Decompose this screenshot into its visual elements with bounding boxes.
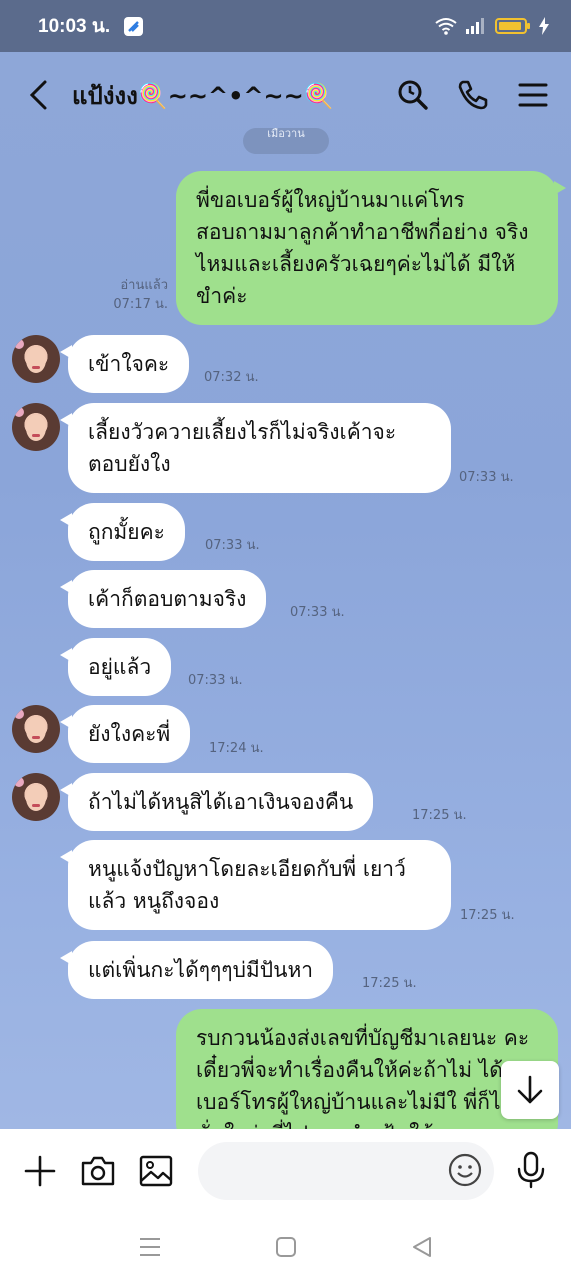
avatar[interactable] xyxy=(12,403,60,451)
charging-icon xyxy=(539,17,549,35)
wifi-icon xyxy=(435,18,457,35)
menu-lines-icon xyxy=(139,1237,160,1256)
avatar[interactable] xyxy=(12,773,60,821)
arrow-down-icon xyxy=(517,1075,543,1104)
recent-apps-button[interactable] xyxy=(135,1232,165,1262)
message-input-bar xyxy=(0,1129,571,1213)
signal-icon xyxy=(466,18,484,34)
search-icon xyxy=(398,80,428,110)
microphone-icon xyxy=(517,1151,545,1189)
voice-button[interactable] xyxy=(514,1151,548,1189)
read-receipt: อ่านแล้ว 07:17 น. xyxy=(96,276,168,314)
battery-icon xyxy=(495,18,530,34)
triangle-back-icon xyxy=(412,1236,431,1257)
home-button[interactable] xyxy=(271,1232,301,1262)
status-bar: 10:03 น. xyxy=(0,0,571,52)
message-bubble-outgoing[interactable]: พี่ขอเบอร์ผู้ใหญ่บ้านมาแค่โทร สอบถามมาลู… xyxy=(176,171,566,325)
back-nav-button[interactable] xyxy=(407,1232,437,1262)
scroll-to-bottom-button[interactable] xyxy=(501,1061,559,1119)
square-icon xyxy=(275,1236,296,1257)
phone-icon xyxy=(458,80,488,110)
smiley-icon xyxy=(448,1153,482,1187)
message-time: 07:33 น. xyxy=(188,673,243,688)
avatar[interactable] xyxy=(12,705,60,753)
message-bubble-incoming[interactable]: อยู่แล้ว xyxy=(59,638,172,696)
image-icon xyxy=(139,1155,173,1187)
app-notification-icon xyxy=(124,16,144,36)
message-time: 07:17 น. xyxy=(113,297,168,312)
system-navigation-bar xyxy=(0,1213,571,1280)
gallery-button[interactable] xyxy=(136,1151,176,1191)
message-time: 17:24 น. xyxy=(209,741,264,756)
chat-area[interactable]: แป้ง่งง🍭~~^•^~~🍭 เมื่อวาน อ่านแล้ว 07:17… xyxy=(0,52,571,1129)
camera-button[interactable] xyxy=(78,1151,118,1191)
back-button[interactable] xyxy=(18,75,58,115)
message-time: 07:33 น. xyxy=(459,470,514,485)
message-bubble-incoming[interactable]: แต่เพิ่นกะได้ๆๆๆบ่มีปันหา xyxy=(59,941,334,999)
camera-icon xyxy=(81,1156,115,1186)
header-actions xyxy=(393,75,553,115)
avatar[interactable] xyxy=(12,335,60,383)
plus-icon xyxy=(24,1155,56,1187)
chat-header: แป้ง่งง🍭~~^•^~~🍭 xyxy=(0,52,571,138)
message-time: 07:32 น. xyxy=(204,370,259,385)
emoji-button[interactable] xyxy=(448,1153,482,1187)
message-bubble-incoming[interactable]: เลี้ยงวัวควายเลี้ยงไรก็ไม่จริงเค้าจะ ตอบ… xyxy=(60,403,451,493)
status-time: 10:03 น. xyxy=(38,16,111,37)
message-bubble-incoming[interactable]: ถ้าไม่ได้หนูสิได้เอาเงินจองคืน xyxy=(59,773,374,831)
message-time: 17:25 น. xyxy=(412,808,467,823)
status-indicators xyxy=(435,17,549,35)
message-bubble-incoming[interactable]: ยังใงคะพี่ xyxy=(59,705,191,763)
date-separator: เมื่อวาน xyxy=(243,128,329,154)
message-time: 17:25 น. xyxy=(460,908,515,923)
read-label: อ่านแล้ว xyxy=(120,278,168,293)
add-button[interactable] xyxy=(20,1151,60,1191)
message-bubble-incoming[interactable]: ถูกมั้ยคะ xyxy=(60,503,185,561)
chat-title[interactable]: แป้ง่งง🍭~~^•^~~🍭 xyxy=(72,76,334,115)
chevron-left-icon xyxy=(29,80,47,110)
menu-button[interactable] xyxy=(513,75,553,115)
message-time: 07:33 น. xyxy=(290,605,345,620)
message-bubble-incoming[interactable]: เข้าใจคะ xyxy=(59,335,190,393)
call-button[interactable] xyxy=(453,75,493,115)
message-time: 17:25 น. xyxy=(362,976,417,991)
message-bubble-incoming[interactable]: เค้าก็ตอบตามจริง xyxy=(59,570,267,628)
search-button[interactable] xyxy=(393,75,433,115)
message-time: 07:33 น. xyxy=(205,538,260,553)
hamburger-icon xyxy=(518,83,548,107)
message-bubble-incoming[interactable]: หนูแจ้งปัญหาโดยละเอียดกับพี่ เยาว์แล้ว ห… xyxy=(60,840,451,930)
